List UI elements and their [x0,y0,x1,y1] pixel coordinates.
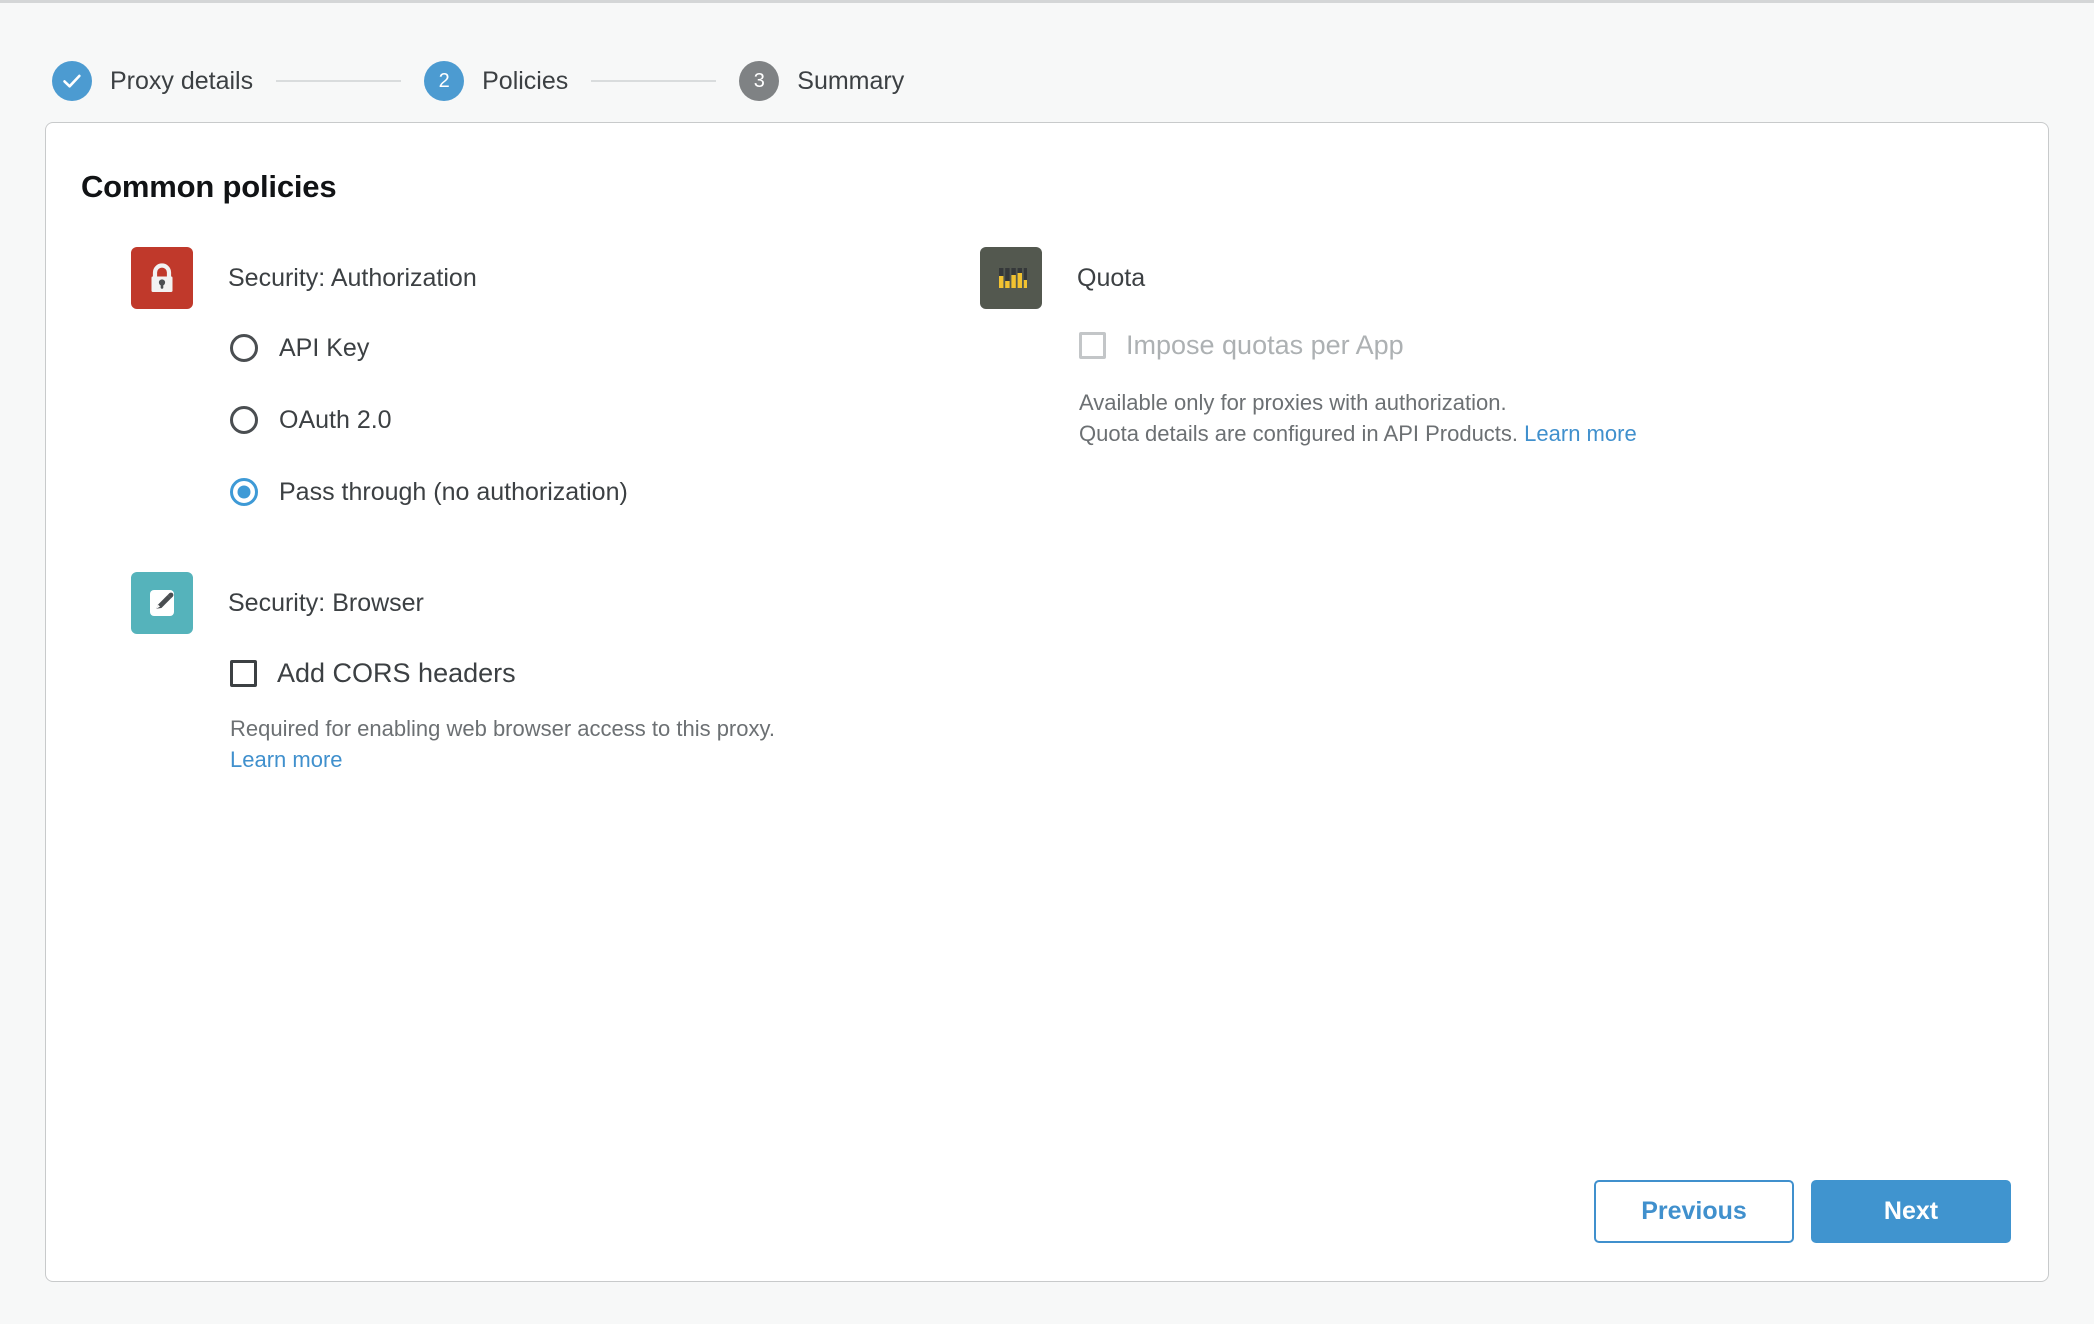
check-icon [63,74,81,88]
policies-card: Common policies Security: Authorization [45,122,2049,1282]
bar-chart-icon [980,247,1042,309]
pencil-icon [131,572,193,634]
radio-option-oauth2[interactable]: OAuth 2.0 [230,396,961,444]
radio-pass-through-label: Pass through (no authorization) [279,477,628,506]
policies-grid: Security: Authorization API Key OAuth 2.… [46,205,2048,775]
authorization-radio-group: API Key OAuth 2.0 Pass through (no autho… [131,308,961,516]
step-3-badge: 3 [739,61,780,101]
step-3-label: Summary [797,66,905,95]
radio-pass-through-control[interactable] [230,478,258,506]
next-button[interactable]: Next [1811,1180,2011,1243]
quota-learn-more-link[interactable]: Learn more [1524,421,1637,446]
step-1-badge [52,61,92,101]
policy-security-authorization: Security: Authorization API Key OAuth 2.… [131,247,961,516]
radio-api-key-control[interactable] [230,334,258,362]
policy-header: Security: Authorization [131,247,961,309]
browser-help-line-2: Learn more [230,744,961,775]
step-connector-2 [591,80,717,82]
browser-help-line-1: Required for enabling web browser access… [230,716,775,741]
radio-oauth2-control[interactable] [230,406,258,434]
policy-security-browser: Security: Browser Add CORS headers Requi… [131,572,961,775]
policy-quota: Quota Impose quotas per App Available on… [980,247,1961,449]
previous-button[interactable]: Previous [1594,1180,1794,1243]
checkbox-impose-quotas[interactable]: Impose quotas per App [1079,323,1961,367]
checkbox-add-cors-label: Add CORS headers [277,657,516,688]
checkbox-impose-quotas-label: Impose quotas per App [1126,329,1404,360]
step-2-label: Policies [482,66,569,95]
radio-api-key-label: API Key [279,333,370,362]
lock-icon [131,247,193,309]
step-1-label: Proxy details [110,66,254,95]
page-title: Common policies [81,169,337,204]
browser-help-text: Required for enabling web browser access… [230,713,961,775]
checkbox-impose-quotas-control[interactable] [1079,331,1106,359]
step-policies[interactable]: 2 Policies [424,61,568,101]
policy-quota-label: Quota [1077,263,1146,292]
quota-help-text: Available only for proxies with authoriz… [1079,387,1961,449]
browser-options: Add CORS headers Required for enabling w… [131,633,961,775]
step-summary[interactable]: 3 Summary [739,61,904,101]
checkbox-add-cors-control[interactable] [230,659,257,687]
radio-oauth2-label: OAuth 2.0 [279,405,392,434]
step-connector-1 [276,80,402,82]
policy-authorization-label: Security: Authorization [228,263,477,292]
radio-option-api-key[interactable]: API Key [230,324,961,372]
checkbox-add-cors-headers[interactable]: Add CORS headers [230,651,961,695]
quota-help-line-2-text: Quota details are configured in API Prod… [1079,421,1519,447]
step-2-badge: 2 [424,61,465,101]
policy-browser-label: Security: Browser [228,588,424,617]
wizard-stepper: Proxy details 2 Policies 3 Summary [0,3,2094,118]
browser-learn-more-link[interactable]: Learn more [230,747,343,772]
policies-left-column: Security: Authorization API Key OAuth 2.… [46,247,961,775]
card-footer: Previous Next [1594,1180,2011,1243]
radio-option-pass-through[interactable]: Pass through (no authorization) [230,468,961,516]
policy-header: Quota [980,247,1961,309]
step-proxy-details[interactable]: Proxy details [52,61,253,101]
policies-right-column: Quota Impose quotas per App Available on… [961,247,1961,775]
quota-options: Impose quotas per App Available only for… [980,308,1961,449]
quota-help-line-1: Available only for proxies with authoriz… [1079,390,1507,415]
quota-help-line-2: Quota details are configured in API Prod… [1079,418,1961,449]
policy-header: Security: Browser [131,572,961,634]
